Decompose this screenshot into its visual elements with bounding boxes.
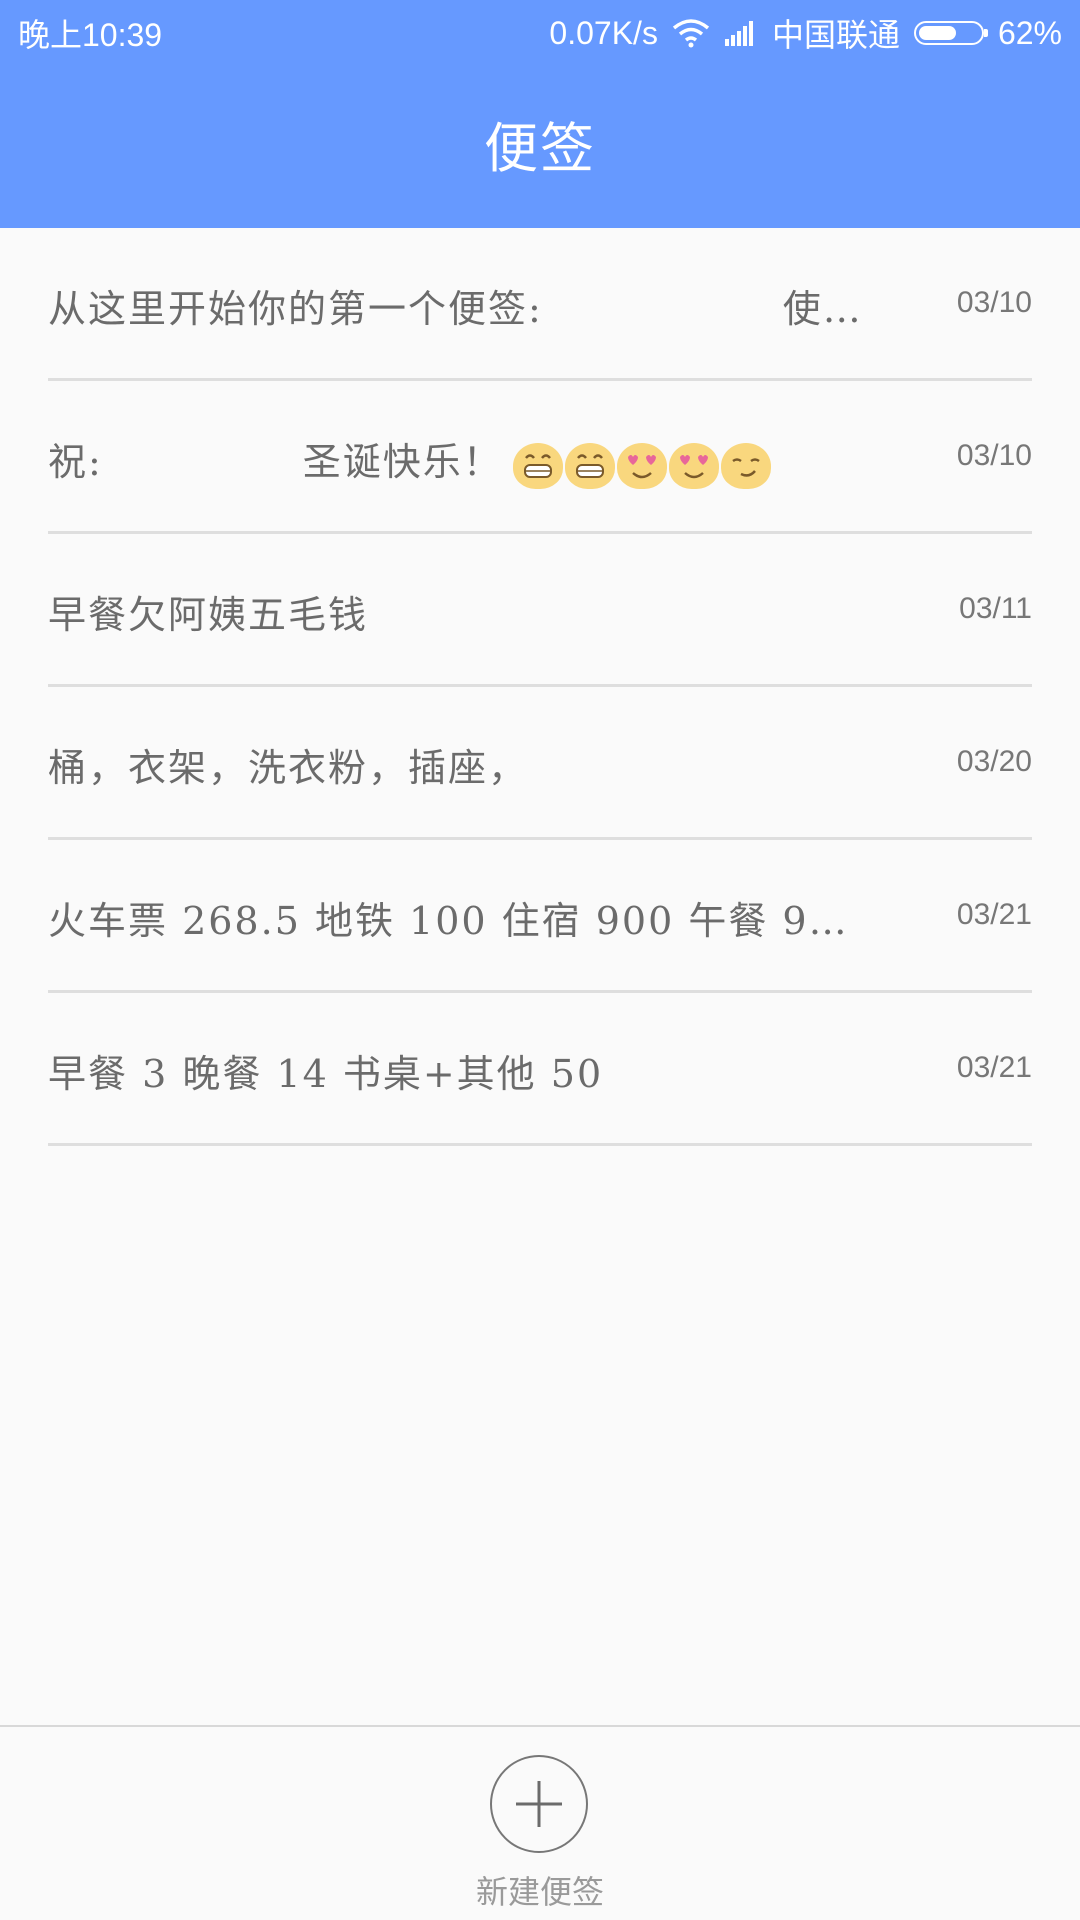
note-item[interactable]: 早餐欠阿姨五毛钱 03/11 (48, 534, 1032, 687)
bottom-bar: 新建便签 (0, 1725, 1080, 1920)
note-item[interactable]: 早餐 3 晚餐 14 书桌+其他 50 03/21 (48, 993, 1032, 1146)
note-date: 03/21 (956, 898, 1032, 931)
note-item[interactable]: 祝: 圣诞快乐！… 03/10 (48, 381, 1032, 534)
note-preview-text: 早餐欠阿姨五毛钱 (48, 593, 369, 637)
note-preview-text: 祝: 圣诞快乐！ (48, 440, 503, 484)
note-preview: 桶，衣架，洗衣粉，插座， (48, 737, 868, 792)
note-item[interactable]: 火车票 268.5 地铁 100 住宿 900 午餐 9… 03/21 (48, 840, 1032, 993)
status-time: 晚上10:39 (18, 17, 163, 53)
new-note-label[interactable]: 新建便签 (0, 1867, 1080, 1913)
page-title: 便签 (484, 117, 596, 180)
note-preview-text: 火车票 268.5 地铁 100 住宿 900 午餐 9… (48, 899, 849, 943)
note-preview-text: 桶，衣架，洗衣粉，插座， (48, 746, 529, 790)
battery-percent: 62% (997, 14, 1062, 51)
notes-screen: 晚上10:39 0.07K/s 中国联通 62% 便签 从这里开始你的第一个便签… (0, 0, 1080, 1920)
heart-eyes-emoji-icon (668, 442, 719, 489)
heart-eyes-emoji-icon (616, 442, 667, 489)
note-preview-text: 早餐 3 晚餐 14 书桌+其他 50 (48, 1052, 604, 1096)
note-date: 03/20 (956, 745, 1032, 778)
signal-icon (724, 19, 758, 47)
status-bar: 晚上10:39 0.07K/s 中国联通 62% (0, 0, 1080, 62)
smirk-emoji-icon (720, 442, 771, 489)
emoji-group (512, 442, 771, 489)
grin-emoji-icon (564, 442, 615, 489)
plus-icon (516, 1781, 562, 1827)
new-note-button[interactable] (490, 1755, 588, 1853)
note-date: 03/11 (959, 592, 1032, 625)
wifi-icon (672, 18, 710, 48)
note-preview: 祝: 圣诞快乐！… (48, 431, 868, 489)
battery-icon (913, 21, 988, 45)
note-preview: 火车票 268.5 地铁 100 住宿 900 午餐 9… (48, 890, 868, 945)
note-date: 03/10 (956, 286, 1032, 319)
note-item[interactable]: 从这里开始你的第一个便签: 使… 03/10 (48, 228, 1032, 381)
note-preview: 早餐 3 晚餐 14 书桌+其他 50 (48, 1043, 868, 1098)
note-preview: 早餐欠阿姨五毛钱 (48, 584, 868, 639)
note-preview-text: 从这里开始你的第一个便签: 使… (48, 287, 863, 331)
note-item[interactable]: 桶，衣架，洗衣粉，插座， 03/20 (48, 687, 1032, 840)
app-header: 晚上10:39 0.07K/s 中国联通 62% 便签 (0, 0, 1080, 228)
note-list: 从这里开始你的第一个便签: 使… 03/10 祝: 圣诞快乐！… 03/10 早餐欠阿姨… (48, 228, 1032, 1146)
note-date: 03/21 (956, 1051, 1032, 1084)
note-preview: 从这里开始你的第一个便签: 使… (48, 278, 868, 333)
grin-emoji-icon (512, 442, 563, 489)
note-date: 03/10 (956, 439, 1032, 472)
battery-fill (918, 26, 956, 40)
network-speed: 0.07K/s (549, 14, 658, 51)
carrier-name: 中国联通 (771, 17, 900, 53)
status-indicators: 0.07K/s 中国联通 62% (549, 10, 1062, 56)
